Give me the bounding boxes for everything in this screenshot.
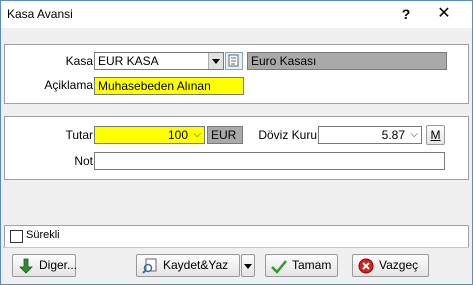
- chevron-down-icon[interactable]: [208, 53, 223, 69]
- doviz-value: 5.87: [381, 128, 405, 142]
- kaydet-dropdown-button[interactable]: [241, 254, 255, 277]
- kasa-select[interactable]: EUR KASA: [94, 52, 224, 70]
- aciklama-input[interactable]: Muhasebeden Alınan: [94, 77, 244, 95]
- arrow-down-icon: [19, 258, 33, 274]
- doviz-label: Döviz Kuru: [258, 128, 317, 142]
- divider: [3, 247, 469, 248]
- doviz-input[interactable]: 5.87 ⌵: [318, 126, 422, 144]
- tutar-input[interactable]: 100 ⌵: [94, 126, 205, 144]
- help-button[interactable]: ?: [391, 3, 421, 25]
- checkmark-icon: [271, 260, 287, 274]
- not-input[interactable]: [94, 152, 445, 170]
- tutar-panel: Tutar 100 ⌵ EUR Döviz Kuru 5.87 ⌵ M Not: [4, 116, 469, 180]
- kasa-label: Kasa: [65, 54, 93, 68]
- m-button-label: M: [430, 128, 441, 142]
- tamam-label: Tamam: [292, 258, 332, 272]
- title-bar: Kasa Avansi ? ✕: [1, 1, 472, 28]
- options-strip: Sürekli: [4, 225, 469, 248]
- tamam-button[interactable]: Tamam: [265, 254, 338, 277]
- chevron-down-icon[interactable]: ⌵: [193, 127, 201, 143]
- tutar-value: 100: [167, 128, 188, 142]
- window-title: Kasa Avansi: [7, 7, 73, 21]
- vazgec-label: Vazgeç: [379, 258, 419, 272]
- dialog-window: Kasa Avansi ? ✕ Kasa EUR KASA Euro Kasas…: [0, 0, 473, 285]
- currency-field: EUR: [207, 126, 243, 144]
- kasa-select-value: EUR KASA: [98, 54, 159, 68]
- close-button[interactable]: ✕: [429, 3, 459, 25]
- kasa-panel: Kasa EUR KASA Euro Kasası Açiklama Muhas…: [4, 44, 469, 104]
- kaydet-yaz-button[interactable]: Kaydet&Yaz: [136, 254, 240, 277]
- not-label: Not: [74, 154, 93, 168]
- cancel-icon: [358, 258, 374, 274]
- kasa-lookup-icon[interactable]: [225, 52, 243, 70]
- tutar-label: Tutar: [65, 128, 93, 142]
- diger-label: Diger...: [39, 258, 78, 272]
- m-button[interactable]: M: [426, 125, 445, 145]
- kasa-name-field: Euro Kasası: [247, 52, 447, 70]
- surekli-checkbox[interactable]: [10, 230, 23, 243]
- kaydet-label: Kaydet&Yaz: [163, 258, 229, 272]
- list-lookup-icon: [228, 54, 239, 67]
- aciklama-label: Açiklama: [44, 78, 93, 92]
- chevron-down-icon: [244, 264, 252, 269]
- print-preview-icon: [142, 258, 157, 274]
- surekli-label: Sürekli: [26, 229, 60, 241]
- vazgec-button[interactable]: Vazgeç: [352, 254, 429, 277]
- diger-button[interactable]: Diger...: [12, 254, 78, 277]
- chevron-down-icon[interactable]: ⌵: [410, 127, 418, 143]
